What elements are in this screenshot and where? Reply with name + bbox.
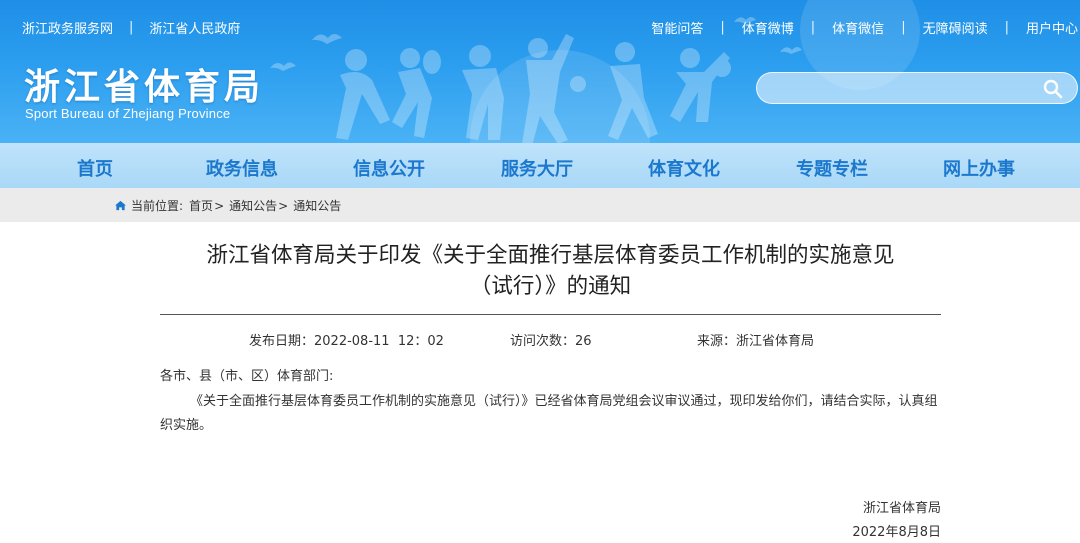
nav-item-online-services[interactable]: 网上办事: [943, 155, 1015, 181]
link-accessibility[interactable]: 无障碍阅读: [923, 18, 988, 37]
header-banner: 浙江政务服务网 | 浙江省人民政府 智能问答 | 体育微博 | 体育微信 | 无…: [0, 0, 1080, 143]
link-smart-qa[interactable]: 智能问答: [651, 18, 703, 37]
link-zj-gov[interactable]: 浙江省人民政府: [149, 18, 240, 37]
search-box: [756, 72, 1078, 104]
article-title: 浙江省体育局关于印发《关于全面推行基层体育委员工作机制的实施意见 （试行）》的通…: [160, 240, 941, 302]
top-links-right: 智能问答 | 体育微博 | 体育微信 | 无障碍阅读 | 用户中心: [651, 18, 1078, 37]
breadcrumb-separator: >: [214, 198, 225, 213]
home-location-icon: [115, 200, 126, 211]
link-zj-gov-service[interactable]: 浙江政务服务网: [22, 18, 113, 37]
link-wechat[interactable]: 体育微信: [832, 18, 884, 37]
search-input[interactable]: [769, 77, 1029, 101]
search-icon[interactable]: [1043, 79, 1063, 99]
visit-count: 访问次数：26: [510, 330, 592, 349]
nav-item-gov-info[interactable]: 政务信息: [206, 155, 278, 181]
article-title-line2: （试行）》的通知: [469, 274, 632, 299]
nav-item-sports-culture[interactable]: 体育文化: [648, 155, 720, 181]
separator: |: [129, 20, 134, 35]
nav-item-service-hall[interactable]: 服务大厅: [501, 155, 573, 181]
article-body: 《关于全面推行基层体育委员工作机制的实施意见（试行）》已经省体育局党组会议审议通…: [160, 394, 938, 433]
main-nav: 首页 政务信息 信息公开 服务大厅 体育文化 专题专栏 网上办事: [0, 143, 1080, 188]
publish-date-label: 发布日期：: [249, 334, 315, 349]
breadcrumb-item-notices[interactable]: 通知公告: [229, 197, 277, 214]
article-sign-date: 2022年8月8日: [852, 525, 941, 540]
breadcrumb-item-notices-current[interactable]: 通知公告: [293, 197, 341, 214]
breadcrumb-bar: 当前位置: 首页 > 通知公告 > 通知公告: [0, 188, 1080, 222]
article-title-line1: 浙江省体育局关于印发《关于全面推行基层体育委员工作机制的实施意见: [206, 243, 895, 268]
title-divider: [160, 314, 941, 315]
link-weibo[interactable]: 体育微博: [742, 18, 794, 37]
publish-date: 发布日期：2022-08-11 12：02: [249, 330, 444, 349]
article-salutation: 各市、县（市、区）体育部门:: [160, 369, 334, 384]
publish-date-value: 2022-08-11 12：02: [314, 334, 444, 349]
visit-count-label: 访问次数：: [510, 334, 576, 349]
article-signature: 浙江省体育局: [862, 501, 941, 516]
article-source-label: 来源：: [697, 334, 737, 349]
site-logo-title[interactable]: 浙江省体育局: [24, 58, 264, 110]
article-source-value: 浙江省体育局: [736, 334, 815, 349]
link-user-center[interactable]: 用户中心: [1026, 18, 1078, 37]
nav-item-home[interactable]: 首页: [77, 155, 113, 181]
breadcrumb-separator: >: [278, 198, 289, 213]
separator: |: [810, 20, 816, 35]
separator: |: [1004, 20, 1009, 35]
nav-item-info-disclosure[interactable]: 信息公开: [353, 155, 425, 181]
site-logo-subtitle: Sport Bureau of Zhejiang Province: [25, 106, 231, 121]
visit-count-value: 26: [575, 334, 592, 349]
breadcrumb-item-home[interactable]: 首页: [189, 197, 213, 214]
nav-item-special-topics[interactable]: 专题专栏: [796, 155, 868, 181]
article-source: 来源：浙江省体育局: [697, 330, 814, 349]
top-links-left: 浙江政务服务网 | 浙江省人民政府: [22, 18, 240, 37]
separator: |: [720, 20, 725, 35]
separator: |: [901, 20, 906, 35]
breadcrumb-prefix: 当前位置:: [131, 199, 184, 213]
breadcrumb: 当前位置: 首页 > 通知公告 > 通知公告: [114, 197, 341, 214]
